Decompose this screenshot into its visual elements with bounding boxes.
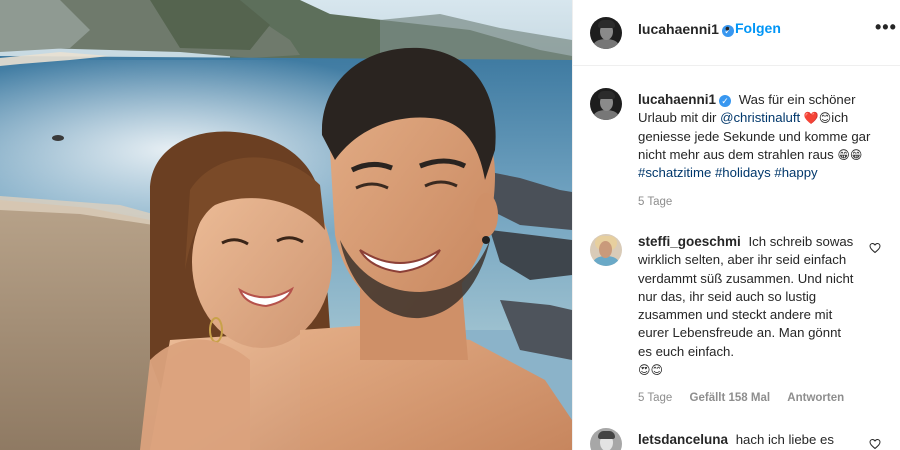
verified-badge-icon: ✓ xyxy=(719,95,732,107)
comment-body: hach ich liebe es xyxy=(735,432,834,447)
caption-username[interactable]: lucahaenni1 ✓ xyxy=(638,92,732,107)
heart-icon[interactable] xyxy=(869,438,881,450)
more-options-icon[interactable]: ••• xyxy=(875,17,897,38)
post-photo[interactable] xyxy=(0,0,572,450)
beach-selfie-image xyxy=(0,0,572,450)
caption-timestamp[interactable]: 5 Tage xyxy=(638,196,672,208)
heart-icon[interactable] xyxy=(869,242,881,254)
emoji-heart-smile: ❤️😊 xyxy=(803,111,832,126)
hashtag-link[interactable]: #holidays xyxy=(715,165,771,180)
commenter-username[interactable]: steffi_goeschmi xyxy=(638,234,741,249)
emoji-heart-eyes-smile: 😍😊 xyxy=(638,363,664,378)
commenter-avatar[interactable] xyxy=(590,428,622,450)
comment-body: Ich schreib sowas wirklich selten, aber … xyxy=(638,234,854,359)
comment-meta: 5 Tage Gefällt 158 Mal Antworten xyxy=(638,392,858,404)
comment-text: letsdanceluna hach ich liebe es xyxy=(638,431,858,449)
caption-avatar[interactable] xyxy=(590,88,622,120)
hashtag-link[interactable]: #happy xyxy=(774,165,817,180)
emoji-grin: 😁😁 xyxy=(837,147,863,162)
commenter-username[interactable]: letsdanceluna xyxy=(638,432,728,447)
caption-text: lucahaenni1 ✓ Was für ein schöner Urlaub … xyxy=(638,91,878,182)
mention-link[interactable]: @christinaluft xyxy=(720,110,800,125)
comment-likes[interactable]: Gefällt 158 Mal xyxy=(690,392,771,404)
hashtag-link[interactable]: #schatzitime xyxy=(638,165,711,180)
author-avatar[interactable] xyxy=(590,17,622,49)
post-side-panel: lucahaenni1 ✓ • Folgen ••• lucahaenni1 ✓ W… xyxy=(572,0,900,450)
reply-button[interactable]: Antworten xyxy=(787,392,844,404)
header-separator: • xyxy=(725,20,730,36)
post-header: lucahaenni1 ✓ • Folgen ••• xyxy=(573,0,900,66)
follow-button[interactable]: Folgen xyxy=(735,20,781,36)
caption-meta: 5 Tage xyxy=(638,196,686,208)
author-username[interactable]: lucahaenni1 ✓ xyxy=(638,21,734,37)
comment-timestamp[interactable]: 5 Tage xyxy=(638,392,672,404)
commenter-avatar[interactable] xyxy=(590,234,622,266)
comment-text: steffi_goeschmi Ich schreib sowas wirkli… xyxy=(638,233,858,379)
